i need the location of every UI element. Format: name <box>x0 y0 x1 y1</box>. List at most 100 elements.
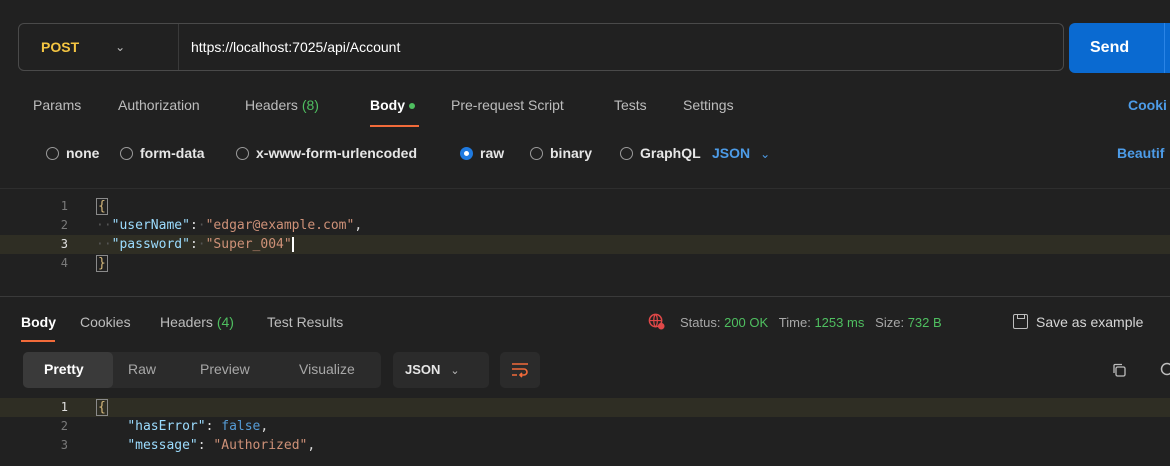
status-label: Status: <box>680 315 721 330</box>
line-number: 2 <box>60 419 68 433</box>
radio-form-data-label: form-data <box>140 145 205 161</box>
code-text: "hasError": false, <box>127 419 269 434</box>
response-tab-cookies[interactable]: Cookies <box>80 314 131 330</box>
response-format-dropdown[interactable]: JSON ⌄ <box>393 352 489 388</box>
json-key: "message" <box>127 438 198 453</box>
view-tab-pretty[interactable]: Pretty <box>44 361 84 377</box>
line-number: 1 <box>60 400 68 414</box>
json-key: "userName" <box>111 218 190 233</box>
radio-circle-icon <box>620 146 633 160</box>
time-value[interactable]: 1253 ms <box>814 315 864 330</box>
request-body-editor[interactable]: 1 { 2 ··"userName":·"edgar@example.com",… <box>0 188 1170 294</box>
json-boolean: false <box>221 419 261 434</box>
response-tab-headers[interactable]: Headers (4) <box>160 314 234 330</box>
code-text: { <box>96 197 108 216</box>
time-label: Time: <box>778 315 811 330</box>
size-value[interactable]: 732 B <box>908 315 942 330</box>
line-number: 3 <box>60 438 68 452</box>
code-line: 3 "message": "Authorized", <box>0 436 1170 455</box>
tab-params[interactable]: Params <box>33 97 81 113</box>
radio-none[interactable]: none <box>46 145 99 161</box>
chevron-down-icon: ⌄ <box>760 147 771 161</box>
radio-raw-label: raw <box>480 145 505 161</box>
copy-icon[interactable] <box>1112 363 1126 377</box>
modified-dot-icon <box>409 103 415 110</box>
response-tab-body[interactable]: Body <box>21 314 56 330</box>
send-divider <box>1164 23 1165 73</box>
view-tab-raw[interactable]: Raw <box>128 361 156 377</box>
radio-none-label: none <box>66 145 100 161</box>
tab-pre-request-script[interactable]: Pre-request Script <box>451 97 564 113</box>
code-line-current: 3 ··"password":·"Super_004" <box>0 235 1170 254</box>
radio-graphql[interactable]: GraphQL <box>620 145 701 161</box>
tab-body[interactable]: Body <box>370 97 415 113</box>
send-button[interactable]: Send ⌄ <box>1069 23 1170 73</box>
json-key: "hasError" <box>127 419 206 434</box>
response-toolbar: Pretty Raw Preview Visualize JSON ⌄ <box>0 352 1170 388</box>
response-format-label: JSON <box>405 362 441 377</box>
tab-authorization[interactable]: Authorization <box>118 97 200 113</box>
tab-settings[interactable]: Settings <box>683 97 734 113</box>
method-select[interactable]: POST ⌄ <box>19 24 179 70</box>
request-tabs: Params Authorization Headers (8) Body Pr… <box>0 97 1170 129</box>
response-view-tabs: Pretty Raw Preview Visualize <box>23 352 381 388</box>
code-text: ··"userName":·"edgar@example.com", <box>96 218 363 233</box>
globe-warning-icon[interactable] <box>648 313 665 330</box>
headers-count: (8) <box>301 97 319 113</box>
radio-urlencoded-label: x-www-form-urlencoded <box>256 145 418 161</box>
save-as-example-button[interactable]: Save as example <box>1013 314 1143 330</box>
radio-raw[interactable]: raw <box>460 145 504 161</box>
open-brace: { <box>96 198 108 215</box>
tab-body-label: Body <box>370 97 405 113</box>
radio-circle-icon <box>120 146 133 160</box>
active-tab-indicator <box>21 340 55 342</box>
wrap-lines-button[interactable] <box>500 352 540 388</box>
line-number: 1 <box>60 199 68 213</box>
response-tabs: Body Cookies Headers (4) Test Results St… <box>0 313 1170 344</box>
code-line-current: 1 { <box>0 398 1170 417</box>
json-key: "password" <box>111 237 190 252</box>
status-value[interactable]: 200 OK <box>724 315 768 330</box>
code-line: 2 ··"userName":·"edgar@example.com", <box>0 216 1170 235</box>
save-as-example-label: Save as example <box>1036 314 1144 330</box>
response-tab-test-results[interactable]: Test Results <box>267 314 343 330</box>
raw-format-label: JSON <box>712 145 751 161</box>
line-number: 4 <box>60 256 68 270</box>
url-bar: POST ⌄ https://localhost:7025/api/Accoun… <box>18 23 1064 71</box>
view-tab-preview[interactable]: Preview <box>200 361 250 377</box>
code-line: 4 } <box>0 254 1170 273</box>
line-number: 3 <box>60 237 68 251</box>
url-input[interactable]: https://localhost:7025/api/Account <box>179 39 400 55</box>
radio-form-data[interactable]: form-data <box>120 145 205 161</box>
radio-binary[interactable]: binary <box>530 145 592 161</box>
method-label: POST <box>41 39 80 55</box>
radio-binary-label: binary <box>550 145 593 161</box>
code-text: "message": "Authorized", <box>127 438 316 453</box>
cookies-link[interactable]: Cooki <box>1128 97 1167 113</box>
wrap-lines-icon <box>512 363 528 378</box>
view-tab-visualize[interactable]: Visualize <box>299 361 355 377</box>
size-label: Size: <box>875 315 905 330</box>
response-headers-label: Headers <box>160 314 213 330</box>
pane-divider[interactable] <box>0 296 1170 297</box>
raw-format-dropdown[interactable]: JSON ⌄ <box>712 145 770 161</box>
code-text: ··"password":·"Super_004" <box>96 237 294 252</box>
chevron-down-icon: ⌄ <box>450 365 460 377</box>
tab-tests[interactable]: Tests <box>614 97 647 113</box>
radio-x-www-form-urlencoded[interactable]: x-www-form-urlencoded <box>236 145 417 161</box>
radio-graphql-label: GraphQL <box>640 145 701 161</box>
open-brace: { <box>96 399 108 416</box>
json-string: "Super_004" <box>205 237 292 252</box>
radio-circle-icon <box>46 146 59 160</box>
search-icon[interactable] <box>1160 362 1170 378</box>
code-line: 2 "hasError": false, <box>0 417 1170 436</box>
json-string: "edgar@example.com" <box>205 218 355 233</box>
response-body-viewer[interactable]: 1 { 2 "hasError": false, 3 "message": "A… <box>0 398 1170 466</box>
beautify-link[interactable]: Beautif <box>1117 145 1164 161</box>
close-brace: } <box>96 255 108 272</box>
tab-headers-label: Headers <box>245 97 298 113</box>
line-number: 2 <box>60 218 68 232</box>
tab-headers[interactable]: Headers (8) <box>245 97 319 113</box>
chevron-down-icon: ⌄ <box>115 40 126 54</box>
body-type-selector: none form-data x-www-form-urlencoded raw… <box>0 145 1170 167</box>
